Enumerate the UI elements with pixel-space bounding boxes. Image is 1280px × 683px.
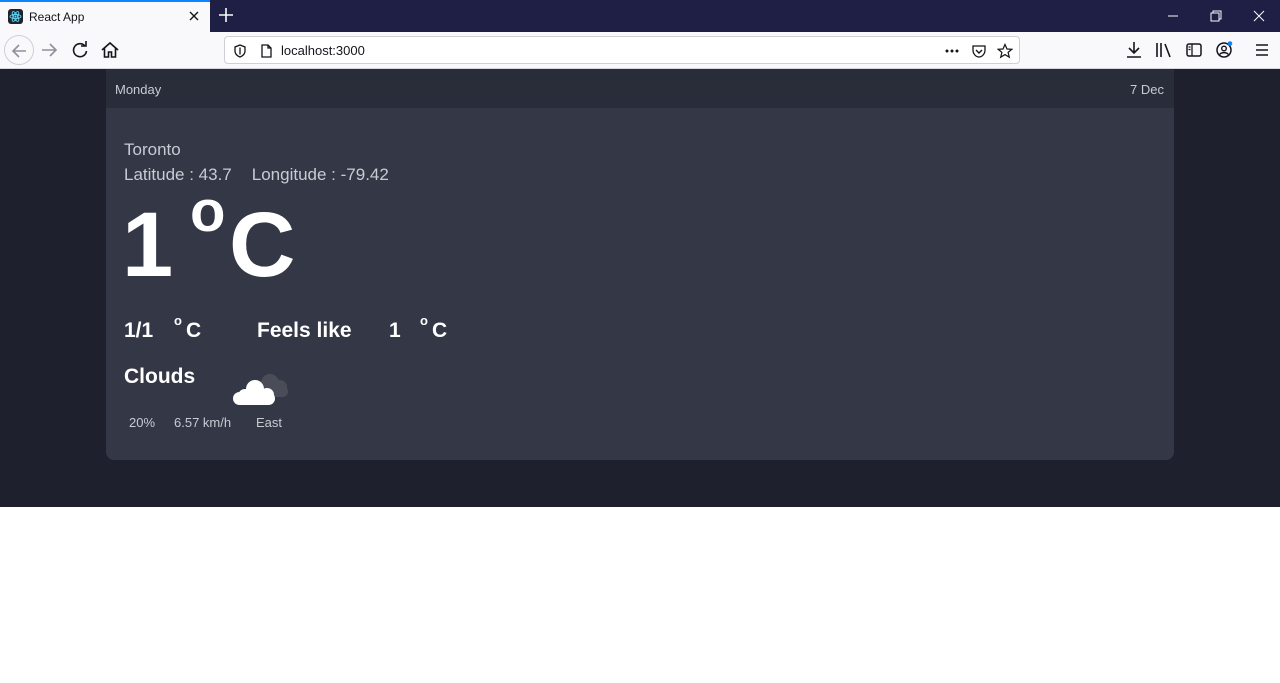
feels-like-label: Feels like bbox=[257, 319, 352, 342]
hamburger-menu-icon bbox=[1256, 44, 1268, 56]
new-tab-icon[interactable] bbox=[216, 5, 236, 25]
url-text[interactable]: localhost:3000 bbox=[281, 43, 365, 58]
navigation-toolbar: localhost:3000 bbox=[0, 32, 1280, 69]
degree-symbol: o bbox=[420, 313, 428, 328]
account-button[interactable] bbox=[1212, 38, 1236, 62]
tab-bar: React App bbox=[0, 0, 1280, 32]
restore-icon[interactable] bbox=[1206, 6, 1226, 26]
forward-button[interactable] bbox=[37, 38, 61, 62]
home-button[interactable] bbox=[98, 38, 122, 62]
wind-direction: East bbox=[256, 415, 283, 430]
tab-react-app[interactable]: React App bbox=[0, 0, 210, 32]
longitude: Longitude : -79.42 bbox=[251, 165, 389, 184]
back-button[interactable] bbox=[4, 35, 34, 65]
home-icon bbox=[101, 41, 119, 58]
react-logo-icon bbox=[8, 9, 23, 24]
downloads-button[interactable] bbox=[1122, 38, 1146, 62]
close-window-icon[interactable] bbox=[1249, 6, 1269, 26]
temperature-unit: C bbox=[432, 319, 448, 342]
temperature-value: 1 bbox=[122, 194, 174, 296]
card-header: Monday 7 Dec bbox=[106, 69, 1174, 108]
coordinates: Latitude : 43.7 Longitude : -79.42 bbox=[124, 165, 409, 185]
page-viewport: Monday 7 Dec Toronto Latitude : 43.7 Long… bbox=[0, 69, 1280, 683]
weather-card: Monday 7 Dec Toronto Latitude : 43.7 Long… bbox=[106, 69, 1174, 460]
forward-arrow-icon bbox=[42, 43, 58, 57]
min-max-temperature: 1/1 bbox=[124, 319, 154, 342]
account-icon bbox=[1216, 41, 1233, 58]
minimize-icon[interactable] bbox=[1163, 6, 1183, 26]
close-tab-icon[interactable] bbox=[186, 8, 202, 24]
temperature-unit: C bbox=[229, 194, 296, 296]
city-name: Toronto bbox=[124, 140, 181, 159]
cloud-icon bbox=[230, 368, 294, 412]
download-icon bbox=[1127, 42, 1141, 58]
reload-icon bbox=[72, 41, 88, 58]
back-arrow-icon bbox=[11, 44, 26, 58]
day-label: Monday bbox=[115, 82, 162, 97]
sidebar-icon bbox=[1186, 43, 1202, 57]
page-actions-icon[interactable] bbox=[944, 43, 960, 59]
tab-title: React App bbox=[29, 10, 85, 24]
date-label: 7 Dec bbox=[1130, 82, 1164, 97]
weather-condition: Clouds bbox=[124, 365, 196, 388]
sidebar-button[interactable] bbox=[1182, 38, 1206, 62]
bookmark-star-icon[interactable] bbox=[996, 43, 1014, 59]
library-button[interactable] bbox=[1152, 38, 1176, 62]
library-icon bbox=[1156, 43, 1171, 58]
humidity: 20% bbox=[129, 415, 156, 430]
degree-symbol: o bbox=[174, 313, 182, 328]
menu-button[interactable] bbox=[1250, 38, 1274, 62]
pocket-icon[interactable] bbox=[971, 43, 987, 59]
app-background: Monday 7 Dec Toronto Latitude : 43.7 Long… bbox=[0, 69, 1280, 507]
reload-button[interactable] bbox=[68, 38, 92, 62]
tracking-shield-icon[interactable] bbox=[232, 43, 248, 59]
temperature-unit: C bbox=[186, 319, 202, 342]
address-bar[interactable]: localhost:3000 bbox=[224, 36, 1020, 64]
degree-symbol: o bbox=[190, 179, 226, 244]
feels-like-value: 1 bbox=[389, 319, 401, 342]
page-info-icon[interactable] bbox=[258, 43, 274, 59]
wind-speed: 6.57 km/h bbox=[174, 415, 232, 430]
